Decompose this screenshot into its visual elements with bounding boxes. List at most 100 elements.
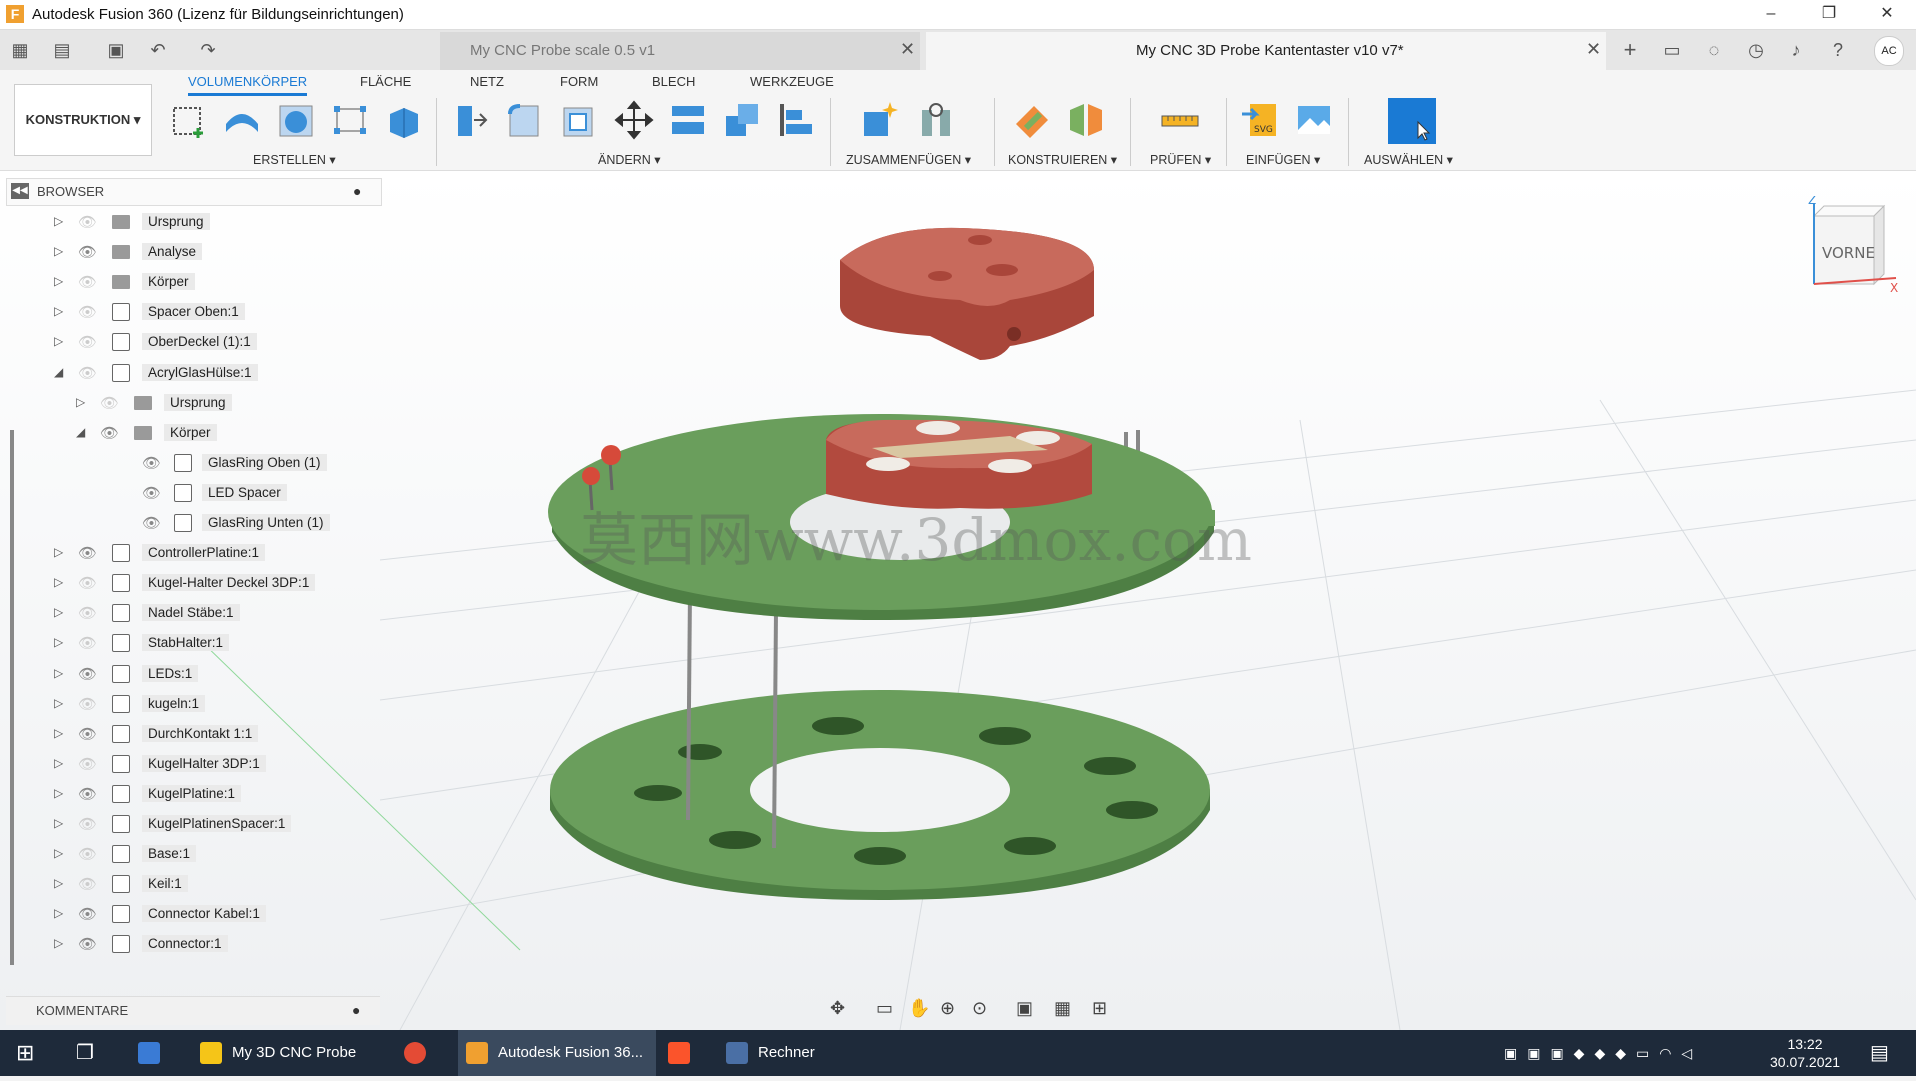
expand-arrow-icon[interactable]: ▷: [54, 545, 63, 559]
group-erstellen[interactable]: ERSTELLEN ▾: [253, 152, 336, 167]
new-tab-button[interactable]: +: [1618, 38, 1642, 62]
file-menu-icon[interactable]: ▤: [50, 38, 74, 62]
visibility-eye-icon[interactable]: 👁: [78, 755, 97, 773]
browser-item[interactable]: ▷ 👁 KugelHalter 3DP:1: [6, 749, 380, 779]
tab-volumenkoerper[interactable]: VOLUMENKÖRPER: [188, 74, 308, 96]
expand-arrow-icon[interactable]: ▷: [54, 816, 63, 830]
expand-arrow-icon[interactable]: ▷: [54, 334, 63, 348]
shell-icon[interactable]: [558, 100, 598, 140]
expand-arrow-icon[interactable]: ▷: [54, 696, 63, 710]
group-auswaehlen[interactable]: AUSWÄHLEN ▾: [1364, 152, 1453, 167]
new-component-icon[interactable]: [860, 100, 900, 140]
browser-item[interactable]: ▷ 👁 Kugel-Halter Deckel 3DP:1: [6, 568, 380, 598]
browser-item[interactable]: ▷ 👁 Keil:1: [6, 869, 380, 899]
visibility-eye-icon[interactable]: 👁: [78, 695, 97, 713]
expand-arrow-icon[interactable]: ▷: [54, 846, 63, 860]
orbit-icon[interactable]: ✥: [830, 998, 845, 1019]
visibility-eye-icon[interactable]: 👁: [78, 544, 97, 562]
browser-item[interactable]: ◢ 👁 Körper: [6, 418, 380, 448]
minimize-button[interactable]: –: [1742, 0, 1800, 29]
browser-item[interactable]: ▷ 👁 LEDs:1: [6, 659, 380, 689]
look-at-icon[interactable]: ▭: [876, 998, 893, 1019]
taskbar-app-brave-icon[interactable]: [668, 1030, 700, 1076]
comments-panel-header[interactable]: KOMMENTARE ●: [6, 996, 380, 1025]
browser-item[interactable]: ▷ 👁 KugelPlatine:1: [6, 779, 380, 809]
expand-arrow-icon[interactable]: ▷: [54, 605, 63, 619]
joint-icon[interactable]: [916, 100, 956, 140]
browser-item[interactable]: ▷ 👁 Ursprung: [6, 388, 380, 418]
browser-item[interactable]: ◢ 👁 AcrylGlasHülse:1: [6, 358, 380, 388]
browser-item[interactable]: 👁 GlasRing Oben (1): [6, 448, 380, 478]
new-sketch-icon[interactable]: [170, 100, 210, 140]
expand-arrow-icon[interactable]: ▷: [54, 214, 63, 228]
tab-flaeche[interactable]: FLÄCHE: [360, 74, 411, 89]
zoom-icon[interactable]: ⊕: [940, 998, 955, 1019]
visibility-eye-icon[interactable]: 👁: [78, 845, 97, 863]
taskbar-app-fusion[interactable]: Autodesk Fusion 36...: [458, 1030, 656, 1076]
taskbar-app-calculator[interactable]: Rechner: [726, 1030, 856, 1076]
visibility-eye-icon[interactable]: 👁: [142, 514, 161, 532]
visibility-eye-icon[interactable]: 👁: [78, 574, 97, 592]
expand-arrow-icon[interactable]: ▷: [54, 786, 63, 800]
visibility-eye-icon[interactable]: 👁: [78, 815, 97, 833]
expand-arrow-icon[interactable]: ▷: [54, 575, 63, 589]
visibility-eye-icon[interactable]: 👁: [78, 604, 97, 622]
browser-item[interactable]: ▷ 👁 Nadel Stäbe:1: [6, 598, 380, 628]
browser-item[interactable]: 👁 GlasRing Unten (1): [6, 508, 380, 538]
close-tab-icon[interactable]: ✕: [1586, 39, 1601, 60]
align-icon[interactable]: [668, 100, 708, 140]
group-einfuegen[interactable]: EINFÜGEN ▾: [1246, 152, 1320, 167]
browser-item[interactable]: ▷ 👁 Connector Kabel:1: [6, 899, 380, 929]
visibility-eye-icon[interactable]: 👁: [78, 785, 97, 803]
save-icon[interactable]: ▣: [104, 38, 128, 62]
viewports-icon[interactable]: ⊞: [1092, 998, 1107, 1019]
taskbar-app-explorer[interactable]: My 3D CNC Probe: [200, 1030, 390, 1076]
expand-arrow-icon[interactable]: ▷: [54, 666, 63, 680]
revolve-icon[interactable]: [276, 100, 316, 140]
tab-blech[interactable]: BLECH: [652, 74, 695, 89]
data-panel-grid-icon[interactable]: ▦: [8, 38, 32, 62]
browser-item[interactable]: ▷ 👁 StabHalter:1: [6, 628, 380, 658]
visibility-eye-icon[interactable]: 👁: [78, 634, 97, 652]
visibility-eye-icon[interactable]: 👁: [78, 213, 97, 231]
visibility-eye-icon[interactable]: 👁: [78, 364, 97, 382]
notifications-chat-icon[interactable]: ▭: [1660, 38, 1684, 62]
action-center-icon[interactable]: ▤: [1870, 1030, 1889, 1076]
insert-svg-icon[interactable]: SVG: [1240, 100, 1280, 140]
browser-item[interactable]: ▷ 👁 OberDeckel (1):1: [6, 327, 380, 357]
expand-arrow-icon[interactable]: ▷: [54, 906, 63, 920]
user-avatar[interactable]: AC: [1874, 36, 1904, 66]
visibility-eye-icon[interactable]: 👁: [78, 333, 97, 351]
extensions-icon[interactable]: ◌: [1702, 38, 1726, 62]
undo-icon[interactable]: ↶: [146, 38, 170, 62]
tab-werkzeuge[interactable]: WERKZEUGE: [750, 74, 834, 89]
combine-icon[interactable]: [722, 100, 762, 140]
grid-settings-icon[interactable]: ▦: [1054, 998, 1071, 1019]
pattern-icon[interactable]: [330, 100, 370, 140]
expand-arrow-icon[interactable]: ▷: [54, 304, 63, 318]
close-window-button[interactable]: ✕: [1858, 0, 1916, 29]
press-pull-icon[interactable]: [450, 100, 490, 140]
insert-canvas-icon[interactable]: [1294, 100, 1334, 140]
view-cube[interactable]: VORNE Z X: [1800, 196, 1900, 296]
browser-item[interactable]: ▷ 👁 DurchKontakt 1:1: [6, 719, 380, 749]
browser-item[interactable]: ▷ 👁 KugelPlatinenSpacer:1: [6, 809, 380, 839]
lower-green-plate[interactable]: [550, 690, 1210, 900]
visibility-eye-icon[interactable]: 👁: [142, 484, 161, 502]
collapse-arrow-icon[interactable]: ◢: [54, 365, 63, 379]
browser-item[interactable]: ▷ 👁 Base:1: [6, 839, 380, 869]
visibility-eye-icon[interactable]: 👁: [78, 303, 97, 321]
display-settings-icon[interactable]: ▣: [1016, 998, 1033, 1019]
help-icon[interactable]: ?: [1826, 38, 1850, 62]
measure-icon[interactable]: [1160, 100, 1200, 140]
expand-arrow-icon[interactable]: ▷: [54, 635, 63, 649]
expand-arrow-icon[interactable]: ▷: [54, 876, 63, 890]
taskbar-app-chrome-icon[interactable]: [404, 1030, 436, 1076]
expand-arrow-icon[interactable]: ▷: [54, 756, 63, 770]
close-tab-icon[interactable]: ✕: [900, 39, 915, 60]
workspace-switcher[interactable]: KONSTRUKTION ▾: [14, 84, 152, 156]
visibility-eye-icon[interactable]: 👁: [78, 875, 97, 893]
task-view-icon[interactable]: ❐: [76, 1030, 94, 1076]
visibility-eye-icon[interactable]: 👁: [100, 424, 119, 442]
box-icon[interactable]: [384, 100, 424, 140]
